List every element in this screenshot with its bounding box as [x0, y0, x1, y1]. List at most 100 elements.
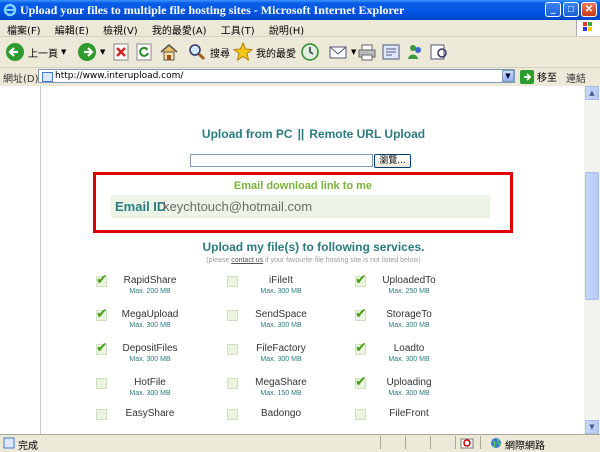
checkmark-icon: ✔ [96, 306, 108, 322]
service-checkbox[interactable]: ✔ [96, 340, 108, 356]
globe-icon [491, 438, 501, 448]
close-button[interactable]: ✕ [581, 2, 597, 17]
service-item[interactable]: ✔ StorageTo Max. 300 MB [355, 307, 525, 337]
service-item[interactable]: ✔ UploadedTo Max. 250 MB [355, 273, 525, 303]
service-name: MegaUpload [121, 309, 179, 320]
edit-icon [382, 44, 400, 60]
mail-dropdown-icon[interactable]: ▼ [351, 48, 356, 56]
scroll-up-button[interactable]: ▲ [585, 86, 599, 100]
mail-button[interactable]: ▼ [328, 40, 356, 64]
back-dropdown-icon[interactable]: ▼ [61, 48, 66, 56]
messenger-button[interactable] [405, 40, 425, 64]
service-name: HotFile [134, 377, 166, 388]
service-max-size: Max. 300 MB [388, 390, 430, 397]
service-name: Uploading [386, 377, 432, 388]
forward-dropdown-icon[interactable]: ▼ [100, 48, 105, 56]
service-checkbox[interactable]: ✔ [355, 306, 367, 322]
service-max-size: Max. 200 MB [129, 288, 171, 295]
minimize-button[interactable]: _ [545, 2, 561, 17]
maximize-button[interactable]: □ [563, 2, 579, 17]
research-button[interactable] [429, 40, 449, 64]
service-checkbox[interactable] [355, 409, 366, 420]
contact-us-link[interactable]: contact us [231, 257, 263, 264]
favorites-button[interactable]: 我的最愛 [233, 40, 296, 64]
service-name: MegaShare [255, 377, 307, 388]
service-max-size: Max. 300 MB [129, 390, 171, 397]
service-name: UploadedTo [382, 275, 436, 286]
page-icon [42, 72, 53, 82]
messenger-icon [408, 45, 421, 59]
service-checkbox[interactable] [96, 378, 107, 389]
menu-tools[interactable]: 工具(T) [214, 20, 255, 37]
service-max-size: Max. 150 MB [260, 390, 302, 397]
service-item[interactable]: FileFront [355, 406, 525, 434]
checkmark-icon: ✔ [355, 272, 367, 288]
address-dropdown-icon[interactable]: ▼ [502, 70, 514, 82]
service-checkbox[interactable] [227, 276, 238, 287]
search-icon [189, 44, 206, 61]
scroll-thumb[interactable] [585, 172, 599, 300]
service-item[interactable]: ✔ Uploading Max. 300 MB [355, 375, 525, 405]
edit-button[interactable] [381, 40, 401, 64]
history-button[interactable] [300, 40, 320, 64]
service-name: Loadto [393, 343, 425, 354]
menu-favorites[interactable]: 我的最愛(A) [145, 20, 207, 37]
email-id-value[interactable]: keychtouch@hotmail.com [163, 199, 312, 214]
remote-url-upload-link[interactable]: Remote URL Upload [309, 127, 425, 141]
service-name: SendSpace [255, 309, 307, 320]
browse-button[interactable]: 瀏覽... [374, 154, 411, 168]
window-title: Upload your files to multiple file hosti… [20, 3, 405, 17]
title-bar: Upload your files to multiple file hosti… [0, 0, 600, 20]
service-checkbox[interactable] [227, 378, 238, 389]
service-checkbox[interactable] [96, 409, 107, 420]
back-label: 上一頁 [28, 48, 58, 60]
service-name: iFileIt [269, 275, 293, 286]
menu-view[interactable]: 檢視(V) [96, 20, 138, 37]
refresh-button[interactable] [136, 40, 152, 64]
service-checkbox[interactable]: ✔ [355, 375, 367, 389]
status-bar: 完成 網際網路 [0, 434, 600, 452]
link-separator: || [297, 127, 305, 141]
ie-logo-icon [3, 3, 17, 17]
service-checkbox[interactable]: ✔ [96, 306, 108, 322]
service-checkbox[interactable] [227, 409, 238, 420]
stop-button[interactable] [113, 40, 129, 64]
address-input[interactable]: http://www.interupload.com/ [38, 69, 515, 83]
service-max-size: Max. 300 MB [260, 356, 302, 363]
service-max-size: Max. 300 MB [388, 322, 430, 329]
service-checkbox[interactable] [227, 310, 238, 321]
service-checkbox[interactable]: ✔ [355, 272, 367, 288]
popup-blocker-icon[interactable] [460, 437, 474, 449]
file-path-input[interactable] [190, 154, 373, 167]
back-arrow-icon [6, 43, 24, 61]
home-icon [160, 44, 178, 61]
upload-from-pc-link[interactable]: Upload from PC [202, 127, 293, 141]
service-max-size: Max. 300 MB [388, 356, 430, 363]
refresh-icon [136, 43, 152, 61]
vertical-scrollbar[interactable]: ▲ ▼ [584, 86, 600, 434]
menu-edit[interactable]: 編輯(E) [48, 20, 89, 37]
service-name: EasyShare [125, 408, 175, 419]
service-checkbox[interactable] [227, 344, 238, 355]
checkmark-icon: ✔ [355, 306, 367, 322]
home-button[interactable] [159, 40, 179, 64]
menu-help[interactable]: 說明(H) [262, 20, 304, 37]
email-id-label: Email ID [115, 199, 167, 214]
search-button[interactable]: 搜尋 [187, 40, 230, 64]
email-field[interactable]: Email ID keychtouch@hotmail.com [111, 195, 490, 218]
services-title: Upload my file(s) to following services. [202, 240, 425, 254]
checkmark-icon: ✔ [96, 340, 108, 356]
forward-button[interactable]: ▼ [77, 40, 105, 64]
links-label[interactable]: 連結 [566, 70, 586, 85]
email-section-title: Email download link to me [233, 180, 373, 192]
menu-file[interactable]: 檔案(F) [0, 20, 41, 37]
print-button[interactable] [357, 40, 377, 64]
service-checkbox[interactable]: ✔ [355, 341, 367, 355]
go-button[interactable]: 移至 [520, 69, 557, 84]
star-icon [233, 42, 253, 62]
service-item[interactable]: ✔ Loadto Max. 300 MB [355, 341, 525, 371]
service-checkbox[interactable]: ✔ [96, 273, 108, 287]
scroll-down-button[interactable]: ▼ [585, 420, 599, 434]
mail-icon [329, 46, 347, 59]
back-button[interactable]: 上一頁 ▼ [5, 40, 66, 64]
